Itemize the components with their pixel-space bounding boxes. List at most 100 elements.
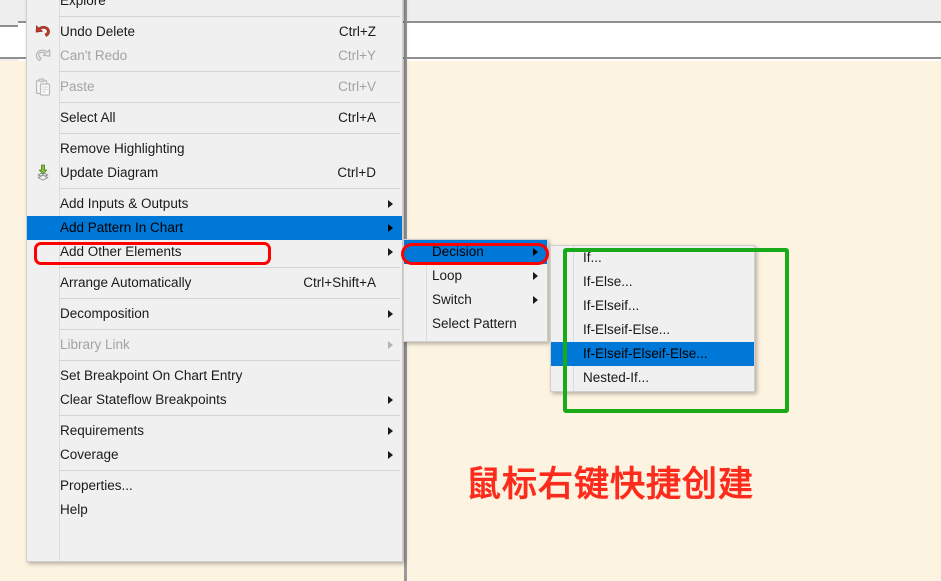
submenu-pattern-item-decision-label: Decision <box>432 244 484 259</box>
menu-item-paste-shortcut: Ctrl+V <box>338 79 376 94</box>
menu-separator <box>60 329 400 330</box>
menu-item-add-pattern-in-chart[interactable]: Add Pattern In Chart <box>27 216 402 240</box>
submenu-decision-item-nested-if-label: Nested-If... <box>583 370 650 385</box>
submenu-arrow-icon <box>533 296 538 304</box>
menu-item-add-pattern-in-chart-label: Add Pattern In Chart <box>60 220 184 235</box>
menu-item-remove-highlighting[interactable]: Remove Highlighting <box>27 137 402 161</box>
context-menu-list: Explore Undo Delete Ctrl+Z Can't Redo Ctrl+Y… <box>27 0 402 522</box>
menu-item-coverage[interactable]: Coverage <box>27 443 402 467</box>
menu-item-properties-label: Properties... <box>60 478 133 493</box>
submenu-arrow-icon <box>388 341 393 349</box>
annotation-caption: 鼠标右键快捷创建 <box>466 465 755 505</box>
left-strip-white-segment <box>0 25 18 59</box>
submenu-decision-item-if-elseif-else[interactable]: If-Elseif-Else... <box>551 318 754 342</box>
context-menu[interactable]: Explore Undo Delete Ctrl+Z Can't Redo Ctrl+Y… <box>26 0 403 562</box>
menu-item-set-breakpoint-on-chart-entry[interactable]: Set Breakpoint On Chart Entry <box>27 364 402 388</box>
menu-separator <box>60 133 400 134</box>
menu-item-undo-delete-shortcut: Ctrl+Z <box>338 24 376 39</box>
menu-item-paste: Paste Ctrl+V <box>27 75 402 99</box>
submenu-add-pattern-in-chart[interactable]: Decision Loop Switch Select Pattern <box>403 239 548 342</box>
menu-item-add-inputs-outputs-label: Add Inputs & Outputs <box>60 196 189 211</box>
menu-separator <box>60 298 400 299</box>
submenu-pattern-item-select-pattern[interactable]: Select Pattern <box>404 312 547 336</box>
left-strip-canvas-segment <box>0 61 18 581</box>
submenu-decision-list: If... If-Else... If-Elseif... If-Elseif-Els… <box>551 246 754 390</box>
update-diagram-icon <box>33 163 53 183</box>
menu-item-select-all-label: Select All <box>60 110 116 125</box>
menu-item-coverage-label: Coverage <box>60 447 119 462</box>
submenu-pattern-item-loop-label: Loop <box>432 268 463 283</box>
submenu-decision-item-if-elseif[interactable]: If-Elseif... <box>551 294 754 318</box>
menu-item-update-diagram[interactable]: Update Diagram Ctrl+D <box>27 161 402 185</box>
menu-item-update-diagram-shortcut: Ctrl+D <box>337 165 376 180</box>
submenu-arrow-icon <box>388 200 393 208</box>
redo-icon <box>33 46 53 66</box>
menu-item-library-link: Library Link <box>27 333 402 357</box>
menu-item-clear-stateflow-breakpoints-label: Clear Stateflow Breakpoints <box>60 392 227 407</box>
menu-separator <box>60 102 400 103</box>
menu-item-requirements-label: Requirements <box>60 423 145 438</box>
submenu-arrow-icon <box>388 224 393 232</box>
menu-item-arrange-automatically-shortcut: Ctrl+Shift+A <box>303 275 376 290</box>
submenu-decision-item-if[interactable]: If... <box>551 246 754 270</box>
menu-item-cant-redo: Can't Redo Ctrl+Y <box>27 44 402 68</box>
menu-item-help[interactable]: Help <box>27 498 402 522</box>
menu-separator <box>60 267 400 268</box>
menu-item-explore-label: Explore <box>60 0 106 8</box>
menu-item-requirements[interactable]: Requirements <box>27 419 402 443</box>
menu-item-cant-redo-shortcut: Ctrl+Y <box>338 48 376 63</box>
menu-item-arrange-automatically-label: Arrange Automatically <box>60 275 192 290</box>
submenu-pattern-item-loop[interactable]: Loop <box>404 264 547 288</box>
menu-item-select-all-shortcut: Ctrl+A <box>338 110 376 125</box>
menu-item-explore[interactable]: Explore <box>27 0 402 13</box>
submenu-arrow-icon <box>388 451 393 459</box>
menu-item-select-all[interactable]: Select All Ctrl+A <box>27 106 402 130</box>
left-edge-strip <box>0 0 18 581</box>
submenu-arrow-icon <box>388 427 393 435</box>
submenu-pattern-item-select-pattern-label: Select Pattern <box>432 316 517 331</box>
menu-separator <box>60 470 400 471</box>
menu-item-library-link-label: Library Link <box>60 337 130 352</box>
menu-item-decomposition-label: Decomposition <box>60 306 150 321</box>
menu-separator <box>60 71 400 72</box>
submenu-pattern-item-switch[interactable]: Switch <box>404 288 547 312</box>
submenu-arrow-icon <box>388 310 393 318</box>
menu-item-undo-delete-label: Undo Delete <box>60 24 136 39</box>
menu-item-add-other-elements-label: Add Other Elements <box>60 244 182 259</box>
submenu-arrow-icon <box>388 248 393 256</box>
menu-item-add-inputs-outputs[interactable]: Add Inputs & Outputs <box>27 192 402 216</box>
undo-icon <box>33 22 53 42</box>
menu-item-remove-highlighting-label: Remove Highlighting <box>60 141 185 156</box>
submenu-decision-item-nested-if[interactable]: Nested-If... <box>551 366 754 390</box>
menu-item-help-label: Help <box>60 502 88 517</box>
submenu-pattern-list: Decision Loop Switch Select Pattern <box>404 240 547 336</box>
submenu-pattern-item-decision[interactable]: Decision <box>404 240 547 264</box>
menu-separator <box>60 415 400 416</box>
menu-item-paste-label: Paste <box>60 79 95 94</box>
submenu-pattern-item-switch-label: Switch <box>432 292 472 307</box>
menu-separator <box>60 360 400 361</box>
submenu-decision[interactable]: If... If-Else... If-Elseif... If-Elseif-Els… <box>550 245 755 392</box>
submenu-arrow-icon <box>533 248 538 256</box>
submenu-arrow-icon <box>388 396 393 404</box>
submenu-decision-item-if-elseif-elseif-else[interactable]: If-Elseif-Elseif-Else... <box>551 342 754 366</box>
submenu-decision-item-if-elseif-label: If-Elseif... <box>583 298 640 313</box>
menu-item-undo-delete[interactable]: Undo Delete Ctrl+Z <box>27 20 402 44</box>
submenu-decision-item-if-else-label: If-Else... <box>583 274 633 289</box>
submenu-decision-item-if-else[interactable]: If-Else... <box>551 270 754 294</box>
submenu-decision-item-if-elseif-elseif-else-label: If-Elseif-Elseif-Else... <box>583 346 708 361</box>
menu-item-arrange-automatically[interactable]: Arrange Automatically Ctrl+Shift+A <box>27 271 402 295</box>
menu-separator <box>60 188 400 189</box>
submenu-decision-item-if-label: If... <box>583 250 602 265</box>
menu-item-clear-stateflow-breakpoints[interactable]: Clear Stateflow Breakpoints <box>27 388 402 412</box>
menu-separator <box>60 16 400 17</box>
submenu-decision-item-if-elseif-else-label: If-Elseif-Else... <box>583 322 671 337</box>
menu-item-add-other-elements[interactable]: Add Other Elements <box>27 240 402 264</box>
menu-item-decomposition[interactable]: Decomposition <box>27 302 402 326</box>
paste-icon <box>33 77 53 97</box>
menu-item-set-breakpoint-on-chart-entry-label: Set Breakpoint On Chart Entry <box>60 368 243 383</box>
menu-item-properties[interactable]: Properties... <box>27 474 402 498</box>
menu-item-cant-redo-label: Can't Redo <box>60 48 128 63</box>
submenu-arrow-icon <box>533 272 538 280</box>
menu-item-update-diagram-label: Update Diagram <box>60 165 159 180</box>
